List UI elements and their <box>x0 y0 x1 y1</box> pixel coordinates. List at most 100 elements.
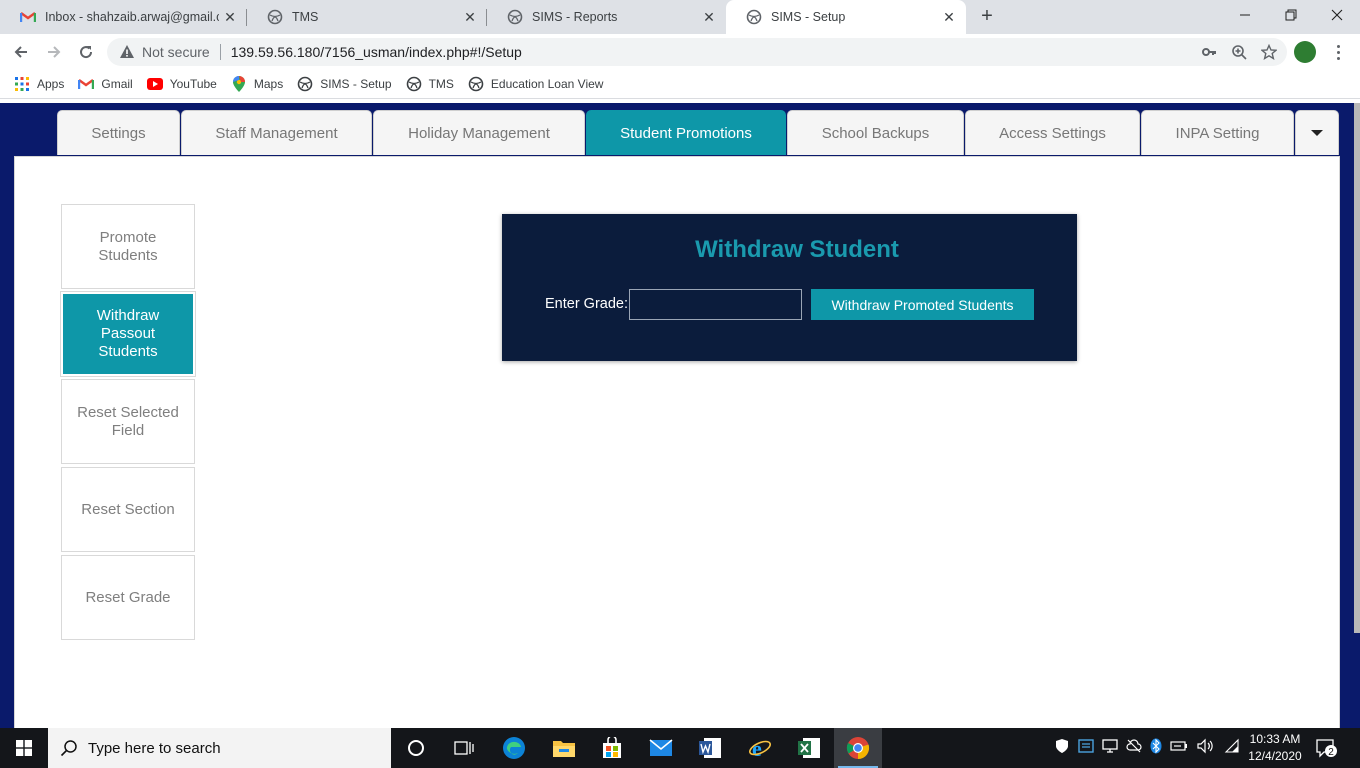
browser-tab-title: TMS <box>292 10 319 24</box>
maps-icon <box>231 76 247 92</box>
url-text[interactable]: 139.59.56.180/7156_usman/index.php#!/Set… <box>231 44 522 60</box>
sidebar-item-reset-selected-field[interactable]: Reset Selected Field <box>61 379 195 464</box>
bookmark-education-loan-view[interactable]: Education Loan View <box>468 76 603 92</box>
bookmarks-bar: Apps Gmail YouTube Maps SIMS - Setup TMS <box>0 70 1360 99</box>
withdraw-promoted-students-button[interactable]: Withdraw Promoted Students <box>811 289 1034 320</box>
browser-tab-title: SIMS - Reports <box>532 10 618 24</box>
browser-tab-sims-reports[interactable]: SIMS - Reports ✕ <box>487 0 726 34</box>
content-panel: Promote Students Withdraw Passout Studen… <box>14 156 1340 728</box>
forward-button[interactable] <box>42 40 66 64</box>
excel-icon[interactable] <box>785 728 833 768</box>
close-tab-icon[interactable]: ✕ <box>459 9 481 26</box>
battery-icon[interactable] <box>1170 739 1188 757</box>
display-icon[interactable] <box>1102 738 1118 759</box>
browser-tab-inbox[interactable]: Inbox - shahzaib.arwaj@gmail.co ✕ <box>0 0 247 34</box>
clock-date: 12/4/2020 <box>1248 749 1302 763</box>
clock-time: 10:33 AM <box>1249 732 1301 746</box>
tab-staff-management[interactable]: Staff Management <box>181 110 372 155</box>
globe-icon <box>297 76 313 92</box>
taskbar-clock[interactable]: 10:33 AM 12/4/2020 <box>1240 731 1310 765</box>
star-icon[interactable] <box>1260 43 1278 63</box>
address-bar-actions <box>1201 43 1278 63</box>
more-tabs-dropdown[interactable] <box>1295 110 1339 155</box>
tab-access-settings[interactable]: Access Settings <box>965 110 1140 155</box>
bluetooth-icon[interactable] <box>1150 738 1162 759</box>
windows-start-button[interactable] <box>0 728 48 768</box>
bookmark-label: SIMS - Setup <box>320 77 392 91</box>
word-icon[interactable] <box>686 728 734 768</box>
store-icon[interactable] <box>588 728 636 768</box>
bookmark-sims-setup[interactable]: SIMS - Setup <box>297 76 392 92</box>
bookmark-youtube[interactable]: YouTube <box>146 76 217 92</box>
browser-toolbar: Not secure 139.59.56.180/7156_usman/inde… <box>0 34 1360 70</box>
new-tab-button[interactable]: + <box>976 6 998 28</box>
close-tab-icon[interactable]: ✕ <box>938 9 960 26</box>
bookmark-label: Apps <box>37 77 65 91</box>
file-explorer-icon[interactable] <box>540 728 588 768</box>
bookmark-tms[interactable]: TMS <box>406 76 454 92</box>
setup-nav-tabs: Settings Staff Management Holiday Manage… <box>57 110 1340 155</box>
globe-icon <box>468 76 484 92</box>
address-bar[interactable]: Not secure 139.59.56.180/7156_usman/inde… <box>107 38 1287 66</box>
gmail-icon <box>20 9 36 25</box>
notification-center-icon[interactable]: 2 <box>1316 738 1338 758</box>
bookmark-apps[interactable]: Apps <box>14 76 64 92</box>
card-title: Withdraw Student <box>695 236 899 263</box>
tab-settings[interactable]: Settings <box>57 110 180 155</box>
browser-tab-sims-setup[interactable]: SIMS - Setup ✕ <box>726 0 966 34</box>
sidebar-item-promote-students[interactable]: Promote Students <box>61 204 195 289</box>
svg-text:e: e <box>752 736 762 760</box>
globe-icon <box>267 9 283 25</box>
more-menu-icon[interactable] <box>1330 41 1346 63</box>
promotion-sidebar: Promote Students Withdraw Passout Studen… <box>60 204 196 643</box>
network-adapter-icon[interactable] <box>1078 738 1094 759</box>
bookmark-gmail[interactable]: Gmail <box>78 76 133 92</box>
sidebar-item-reset-grade[interactable]: Reset Grade <box>61 555 195 640</box>
chrome-icon[interactable] <box>834 728 882 768</box>
back-button[interactable] <box>9 40 33 64</box>
volume-icon[interactable] <box>1196 738 1214 759</box>
browser-tab-tms[interactable]: TMS ✕ <box>247 0 487 34</box>
wifi-icon[interactable] <box>1224 738 1240 759</box>
key-icon[interactable] <box>1201 44 1217 63</box>
notification-count: 2 <box>1328 747 1334 758</box>
cloud-offline-icon[interactable] <box>1126 738 1142 759</box>
tab-student-promotions[interactable]: Student Promotions <box>586 110 786 155</box>
search-icon <box>60 739 78 757</box>
tab-inpa-setting[interactable]: INPA Setting <box>1141 110 1294 155</box>
vertical-scrollbar[interactable] <box>1354 103 1360 633</box>
close-tab-icon[interactable]: ✕ <box>698 9 720 26</box>
globe-icon <box>507 9 523 25</box>
mail-icon[interactable] <box>637 728 685 768</box>
internet-explorer-icon[interactable]: e <box>736 728 784 768</box>
bookmark-label: Gmail <box>101 77 133 91</box>
bookmark-label: Maps <box>253 77 284 91</box>
cortana-icon[interactable] <box>392 728 440 768</box>
reload-button[interactable] <box>74 40 98 64</box>
browser-tab-title: Inbox - shahzaib.arwaj@gmail.co <box>45 10 219 24</box>
sidebar-item-withdraw-passout-students[interactable]: Withdraw Passout Students <box>60 291 196 377</box>
minimize-button[interactable] <box>1222 0 1268 30</box>
profile-avatar[interactable] <box>1294 41 1316 63</box>
restore-button[interactable] <box>1268 0 1314 30</box>
browser-tab-title: SIMS - Setup <box>771 10 846 24</box>
sidebar-item-reset-section[interactable]: Reset Section <box>61 467 195 552</box>
globe-icon <box>746 9 762 25</box>
apps-grid-icon <box>14 76 30 92</box>
tab-holiday-management[interactable]: Holiday Management <box>373 110 585 155</box>
system-tray <box>1054 728 1240 768</box>
grade-input[interactable] <box>629 289 802 320</box>
close-tab-icon[interactable]: ✕ <box>219 9 241 26</box>
security-shield-icon[interactable] <box>1054 738 1070 759</box>
taskbar-search-box[interactable]: Type here to search <box>48 728 391 768</box>
zoom-icon[interactable] <box>1231 44 1247 63</box>
bookmark-label: TMS <box>428 77 454 91</box>
close-window-button[interactable] <box>1314 0 1360 30</box>
divider <box>219 44 221 60</box>
tab-school-backups[interactable]: School Backups <box>787 110 964 155</box>
bookmark-maps[interactable]: Maps <box>231 76 283 92</box>
security-status[interactable]: Not secure <box>142 44 210 60</box>
task-view-icon[interactable] <box>440 728 488 768</box>
bookmark-label: YouTube <box>169 77 217 91</box>
edge-icon[interactable] <box>490 728 538 768</box>
